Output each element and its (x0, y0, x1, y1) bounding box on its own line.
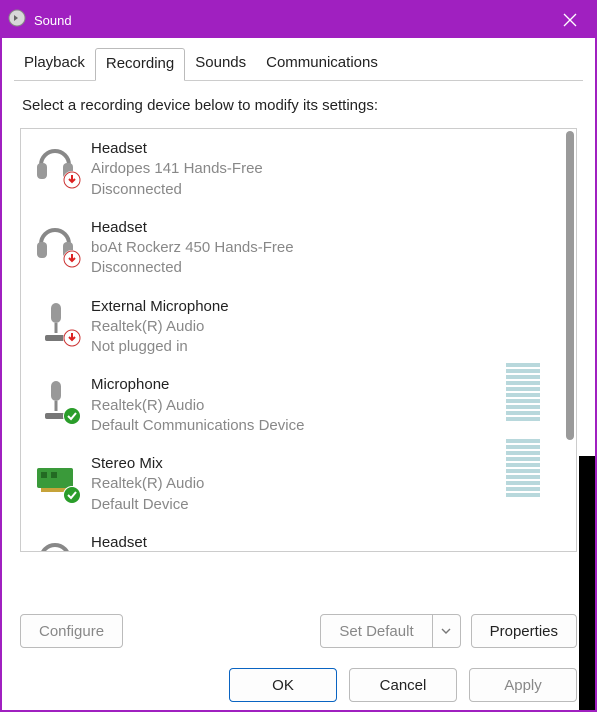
device-name: Headset (91, 533, 211, 551)
level-meter (506, 363, 540, 421)
device-item[interactable]: MicrophoneRealtek(R) AudioDefault Commun… (21, 365, 556, 444)
headset-icon (31, 139, 79, 187)
device-status: Not plugged in (91, 337, 229, 357)
device-name: Microphone (91, 375, 304, 395)
level-meter (506, 439, 540, 497)
soundcard-icon (31, 454, 79, 502)
sound-window: Sound Playback Recording Sounds Communic… (0, 0, 597, 712)
instruction-text: Select a recording device below to modif… (22, 97, 575, 114)
tab-strip: Playback Recording Sounds Communications (14, 48, 583, 81)
check-badge-icon (63, 407, 81, 425)
device-name: Stereo Mix (91, 454, 204, 474)
device-name: Headset (91, 218, 294, 238)
tab-communications[interactable]: Communications (256, 48, 388, 80)
tab-sounds[interactable]: Sounds (185, 48, 256, 80)
titlebar: Sound (2, 2, 595, 38)
device-description: Airdopes 141 Hands-Free (91, 159, 263, 179)
device-list: HeadsetAirdopes 141 Hands-FreeDisconnect… (20, 128, 577, 552)
mic-stand-icon (31, 375, 79, 423)
device-name: External Microphone (91, 297, 229, 317)
down-arrow-badge-icon (63, 171, 81, 189)
set-default-split[interactable]: Set Default (320, 614, 460, 648)
apply-button[interactable]: Apply (469, 668, 577, 702)
device-description: Realtek(R) Audio (91, 396, 304, 416)
device-description: Realtek(R) Audio (91, 317, 229, 337)
device-name: Headset (91, 139, 263, 159)
tab-playback[interactable]: Playback (14, 48, 95, 80)
device-status: Default Device (91, 495, 204, 515)
check-badge-icon (63, 486, 81, 504)
content-area: Playback Recording Sounds Communications… (2, 48, 595, 718)
device-item[interactable]: HeadsetAirdopes 141 Hands-FreeDisconnect… (21, 129, 556, 208)
device-status: Default Communications Device (91, 416, 304, 436)
ok-button[interactable]: OK (229, 668, 337, 702)
device-item[interactable]: External MicrophoneRealtek(R) AudioNot p… (21, 287, 556, 366)
device-item[interactable]: Stereo MixRealtek(R) AudioDefault Device (21, 444, 556, 523)
window-title: Sound (34, 13, 72, 28)
close-button[interactable] (547, 4, 593, 36)
down-arrow-badge-icon (63, 329, 81, 347)
device-status: Disconnected (91, 258, 294, 278)
device-description: Realtek(R) Audio (91, 474, 204, 494)
scrollbar[interactable] (560, 131, 574, 549)
device-item[interactable]: HeadsetboAt Rockerz 450 Hands-FreeDiscon… (21, 208, 556, 287)
scroll-thumb[interactable] (566, 131, 574, 440)
window-shadow-edge (579, 456, 595, 710)
mic-stand-icon (31, 297, 79, 345)
device-status: Disconnected (91, 180, 263, 200)
down-arrow-badge-icon (63, 250, 81, 268)
sound-icon (8, 9, 26, 32)
properties-button[interactable]: Properties (471, 614, 577, 648)
headset-icon (31, 218, 79, 266)
device-item[interactable]: HeadsetRockerz 255 Pro+Disconnected (21, 523, 556, 551)
device-description: boAt Rockerz 450 Hands-Free (91, 238, 294, 258)
cancel-button[interactable]: Cancel (349, 668, 457, 702)
set-default-button[interactable]: Set Default (320, 614, 432, 648)
configure-button[interactable]: Configure (20, 614, 123, 648)
headset-icon (31, 533, 79, 551)
chevron-down-icon[interactable] (433, 614, 461, 648)
tab-recording[interactable]: Recording (95, 48, 185, 81)
